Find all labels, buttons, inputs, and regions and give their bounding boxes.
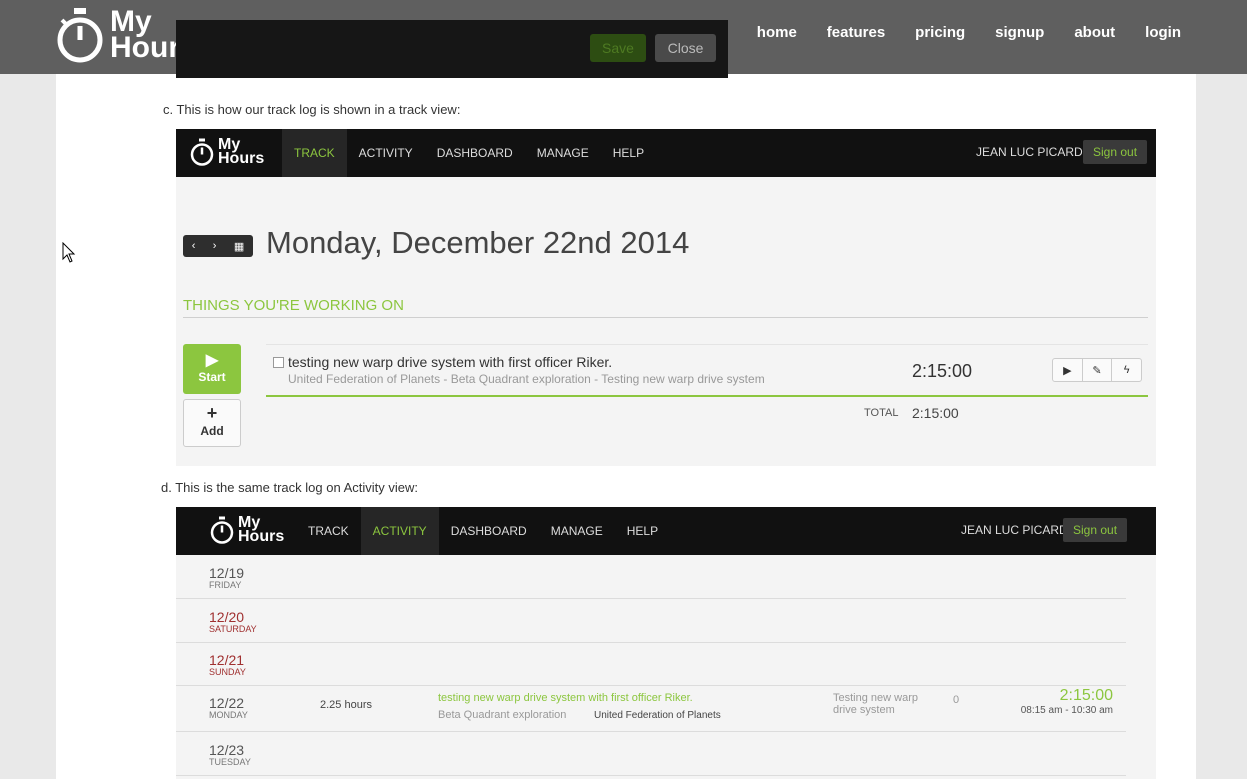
- caption-track-view: c. This is how our track log is shown in…: [163, 102, 461, 117]
- row-day: FRIDAY: [209, 580, 242, 590]
- play-icon: ▶: [205, 352, 219, 369]
- nav-pricing[interactable]: pricing: [915, 24, 965, 41]
- tab-track[interactable]: TRACK: [296, 507, 361, 555]
- row-task[interactable]: testing new warp drive system with first…: [438, 692, 693, 704]
- nav-features[interactable]: features: [827, 24, 885, 41]
- row-date: 12/22: [209, 695, 245, 711]
- row-date: 12/21: [209, 652, 245, 668]
- row-client: United Federation of Planets: [594, 710, 721, 721]
- row-day: TUESDAY: [209, 757, 251, 767]
- mouse-cursor-icon: [62, 242, 76, 263]
- tab-help[interactable]: HELP: [615, 507, 670, 555]
- activity-row[interactable]: 12/22 MONDAY 2.25 hours testing new warp…: [176, 685, 1126, 732]
- current-date: Monday, December 22nd 2014: [266, 225, 690, 260]
- add-label: Add: [200, 424, 224, 438]
- app-logo-line2: Hours: [218, 150, 265, 167]
- track-view-screenshot: My Hours TRACK ACTIVITY DASHBOARD MANAGE …: [176, 129, 1156, 466]
- entry-controls: ▶ ✎ ϟ: [1052, 358, 1142, 382]
- date-navigator: ‹ › ▦: [183, 235, 253, 257]
- row-hours: 2.25 hours: [320, 699, 372, 711]
- stopwatch-icon: [57, 8, 103, 63]
- calendar-icon[interactable]: ▦: [234, 240, 244, 253]
- app-header: My Hours TRACK ACTIVITY DASHBOARD MANAGE …: [176, 507, 1156, 555]
- entry-title[interactable]: testing new warp drive system with first…: [288, 354, 612, 370]
- stopwatch-icon: [190, 138, 214, 166]
- start-button[interactable]: ▶ Start: [183, 344, 241, 394]
- row-date: 12/20: [209, 609, 245, 625]
- stopwatch-icon: [210, 516, 234, 544]
- sign-out-button[interactable]: Sign out: [1063, 518, 1128, 542]
- nav-about[interactable]: about: [1074, 24, 1115, 41]
- row-day: MONDAY: [209, 710, 248, 720]
- activity-view-screenshot: My Hours TRACK ACTIVITY DASHBOARD MANAGE …: [176, 507, 1156, 779]
- row-time: 2:15:00: [1059, 687, 1113, 704]
- entry-checkbox[interactable]: [273, 357, 284, 368]
- app-nav: TRACK ACTIVITY DASHBOARD MANAGE HELP: [296, 507, 670, 555]
- section-divider: [183, 317, 1148, 318]
- tab-manage[interactable]: MANAGE: [525, 129, 601, 177]
- caption-activity-view: d. This is the same track log on Activit…: [161, 480, 418, 495]
- plus-icon: +: [206, 403, 218, 423]
- row-day: SATURDAY: [209, 624, 257, 634]
- app-header: My Hours TRACK ACTIVITY DASHBOARD MANAGE …: [176, 129, 1156, 177]
- tab-dashboard[interactable]: DASHBOARD: [425, 129, 525, 177]
- activity-row[interactable]: 12/21 SUNDAY: [176, 642, 1126, 686]
- row-date: 12/23: [209, 742, 245, 758]
- nav-signup[interactable]: signup: [995, 24, 1044, 41]
- row-day: SUNDAY: [209, 667, 246, 677]
- entry-bottom-rule: [266, 395, 1148, 397]
- site-nav: home features pricing signup about login: [727, 24, 1181, 41]
- row-notes: Testing new warp drive system: [833, 692, 918, 716]
- app-logo-line2: Hours: [238, 528, 285, 545]
- app-nav: TRACK ACTIVITY DASHBOARD MANAGE HELP: [282, 129, 656, 177]
- user-name[interactable]: JEAN LUC PICARD: [976, 145, 1083, 159]
- nav-login[interactable]: login: [1145, 24, 1181, 41]
- tab-activity[interactable]: ACTIVITY: [360, 507, 439, 555]
- edit-icon[interactable]: ✎: [1083, 359, 1113, 381]
- row-time-range: 08:15 am - 10:30 am: [1020, 705, 1113, 716]
- nav-home[interactable]: home: [757, 24, 797, 41]
- activity-row[interactable]: 12/20 SATURDAY: [176, 599, 1126, 643]
- row-project: Beta Quadrant exploration: [438, 709, 567, 721]
- entry-top-rule: [266, 344, 1148, 345]
- sign-out-button[interactable]: Sign out: [1083, 140, 1148, 164]
- next-day-button[interactable]: ›: [213, 240, 217, 252]
- activity-row[interactable]: 12/23 TUESDAY: [176, 732, 1126, 776]
- tab-help[interactable]: HELP: [601, 129, 656, 177]
- activity-row[interactable]: 12/19 FRIDAY: [176, 555, 1126, 599]
- row-date: 12/19: [209, 565, 245, 581]
- app-logo[interactable]: My Hours: [210, 515, 284, 545]
- app-logo[interactable]: My Hours: [190, 137, 264, 167]
- tab-dashboard[interactable]: DASHBOARD: [439, 507, 539, 555]
- total-label: TOTAL: [864, 407, 899, 419]
- start-label: Start: [198, 370, 226, 384]
- total-value: 2:15:00: [912, 405, 959, 421]
- play-icon[interactable]: ▶: [1053, 359, 1083, 381]
- user-name[interactable]: JEAN LUC PICARD: [961, 523, 1068, 537]
- tab-activity[interactable]: ACTIVITY: [347, 129, 425, 177]
- dialog-footer: Save Close: [176, 20, 728, 78]
- section-title: THINGS YOU'RE WORKING ON: [183, 297, 404, 314]
- entry-time: 2:15:00: [912, 361, 973, 381]
- save-button[interactable]: Save: [590, 34, 646, 62]
- prev-day-button[interactable]: ‹: [192, 240, 196, 252]
- lightning-icon[interactable]: ϟ: [1112, 359, 1141, 381]
- entry-subtitle: United Federation of Planets - Beta Quad…: [288, 372, 765, 386]
- tab-track[interactable]: TRACK: [282, 129, 347, 177]
- tab-manage[interactable]: MANAGE: [539, 507, 615, 555]
- add-button[interactable]: + Add: [183, 399, 241, 447]
- row-count: 0: [953, 694, 960, 706]
- close-button[interactable]: Close: [655, 34, 716, 62]
